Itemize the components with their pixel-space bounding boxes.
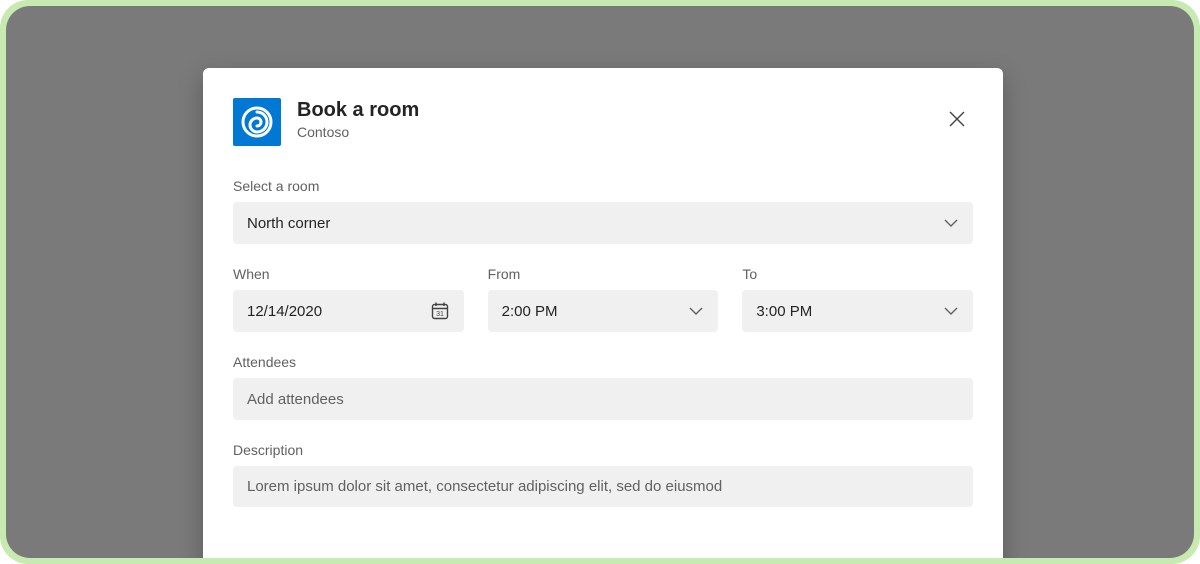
description-value: Lorem ipsum dolor sit amet, consectetur … xyxy=(247,478,722,495)
dialog-header: Book a room Contoso xyxy=(233,98,973,146)
room-value: North corner xyxy=(247,215,330,232)
calendar-icon: 31 xyxy=(430,301,450,321)
header-left: Book a room Contoso xyxy=(233,98,419,146)
svg-text:31: 31 xyxy=(436,311,444,318)
chevron-down-icon xyxy=(943,303,959,319)
description-label: Description xyxy=(233,442,973,458)
attendees-label: Attendees xyxy=(233,354,973,370)
room-select[interactable]: North corner xyxy=(233,202,973,244)
close-button[interactable] xyxy=(941,104,973,136)
stage-background: Book a room Contoso Select a room Nort xyxy=(6,6,1194,558)
app-spiral-icon xyxy=(233,98,281,146)
description-field: Description Lorem ipsum dolor sit amet, … xyxy=(233,442,973,507)
to-label: To xyxy=(742,266,973,282)
attendees-placeholder: Add attendees xyxy=(247,391,344,408)
from-label: From xyxy=(488,266,719,282)
from-value: 2:00 PM xyxy=(502,303,558,320)
chevron-down-icon xyxy=(943,215,959,231)
when-field: When 12/14/2020 31 xyxy=(233,266,464,332)
when-date-input[interactable]: 12/14/2020 31 xyxy=(233,290,464,332)
book-room-dialog: Book a room Contoso Select a room Nort xyxy=(203,68,1003,558)
room-label: Select a room xyxy=(233,178,973,194)
room-field: Select a room North corner xyxy=(233,178,973,244)
attendees-input[interactable]: Add attendees xyxy=(233,378,973,420)
description-textarea[interactable]: Lorem ipsum dolor sit amet, consectetur … xyxy=(233,466,973,507)
close-icon xyxy=(947,109,967,132)
from-field: From 2:00 PM xyxy=(488,266,719,332)
from-time-select[interactable]: 2:00 PM xyxy=(488,290,719,332)
dialog-title: Book a room xyxy=(297,98,419,122)
to-value: 3:00 PM xyxy=(756,303,812,320)
when-label: When xyxy=(233,266,464,282)
to-field: To 3:00 PM xyxy=(742,266,973,332)
to-time-select[interactable]: 3:00 PM xyxy=(742,290,973,332)
dialog-subtitle: Contoso xyxy=(297,124,419,140)
outer-frame: Book a room Contoso Select a room Nort xyxy=(0,0,1200,564)
time-row: When 12/14/2020 31 From xyxy=(233,266,973,332)
title-block: Book a room Contoso xyxy=(297,98,419,140)
attendees-field: Attendees Add attendees xyxy=(233,354,973,420)
when-value: 12/14/2020 xyxy=(247,303,322,320)
chevron-down-icon xyxy=(688,303,704,319)
